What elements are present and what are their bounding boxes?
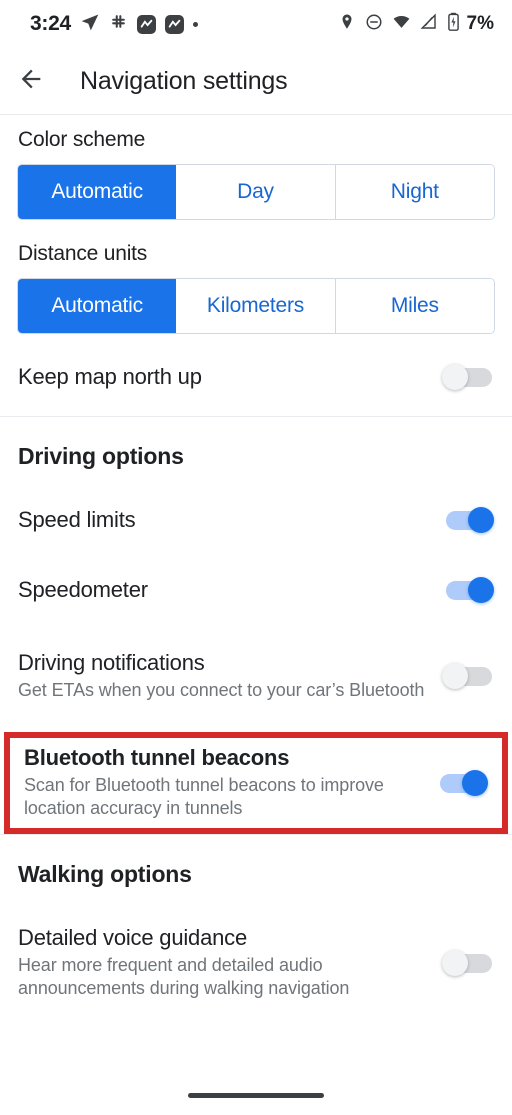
phone-screen: 3:24 7% Navigation settings Color scheme… xyxy=(0,0,512,1115)
back-button[interactable] xyxy=(0,50,62,112)
row-title: Speedometer xyxy=(18,577,148,603)
toggle-driving-notifications[interactable] xyxy=(442,663,494,689)
status-bar-right: 7% xyxy=(338,12,494,36)
row-driving-notifications[interactable]: Driving notifications Get ETAs when you … xyxy=(0,634,512,718)
row-subtitle: Hear more frequent and detailed audio an… xyxy=(18,955,350,999)
row-keep-map-north-up-text: Keep map north up xyxy=(18,364,442,390)
location-pin-icon xyxy=(338,13,356,36)
distance-units-segmented-control: Automatic Kilometers Miles xyxy=(17,278,495,334)
row-speed-limits[interactable]: Speed limits xyxy=(0,492,512,548)
driving-options-header: Driving options xyxy=(18,443,184,469)
gesture-bar-area xyxy=(0,1075,512,1115)
distance-units-label: Distance units xyxy=(18,242,148,265)
row-subtitle: Get ETAs when you connect to your car’s … xyxy=(18,679,425,700)
distance-units-option-automatic[interactable]: Automatic xyxy=(18,279,177,333)
battery-percent-label: 7% xyxy=(466,13,494,34)
row-title: Bluetooth tunnel beacons xyxy=(24,745,290,771)
toggle-knob xyxy=(462,770,488,796)
walking-options-header: Walking options xyxy=(18,861,192,887)
toggle-bluetooth-tunnel-beacons[interactable] xyxy=(436,770,488,796)
settings-list: Color scheme Automatic Day Night Distanc… xyxy=(0,115,512,1075)
row-detailed-voice-guidance[interactable]: Detailed voice guidance Hear more freque… xyxy=(0,920,512,1006)
toggle-speedometer[interactable] xyxy=(442,577,494,603)
dot-icon xyxy=(192,21,198,27)
app-bar: Navigation settings xyxy=(0,48,512,114)
row-bluetooth-tunnel-beacons[interactable]: Bluetooth tunnel beacons Scan for Blueto… xyxy=(10,738,502,828)
row-title: Speed limits xyxy=(18,507,136,533)
row-subtitle: Scan for Bluetooth tunnel beacons to imp… xyxy=(24,775,384,819)
page-title: Navigation settings xyxy=(80,66,288,95)
toggle-knob xyxy=(442,663,468,689)
row-keep-map-north-up[interactable]: Keep map north up xyxy=(0,346,512,408)
row-title: Detailed voice guidance xyxy=(18,925,247,951)
home-gesture-bar[interactable] xyxy=(188,1092,324,1098)
app-badge-icon xyxy=(164,14,184,34)
row-bluetooth-tunnel-beacons-text: Bluetooth tunnel beacons Scan for Blueto… xyxy=(24,745,436,821)
distance-units-option-kilometers[interactable]: Kilometers xyxy=(176,279,336,333)
toggle-knob xyxy=(442,950,468,976)
slack-icon xyxy=(109,12,128,36)
wifi-icon xyxy=(392,12,411,36)
navigation-arrow-icon xyxy=(80,12,100,37)
highlight-annotation-box: Bluetooth tunnel beacons Scan for Blueto… xyxy=(4,732,508,834)
back-arrow-icon xyxy=(17,65,45,98)
toggle-knob xyxy=(442,364,468,390)
color-scheme-segmented-control: Automatic Day Night xyxy=(17,164,495,220)
status-clock: 3:24 xyxy=(30,12,71,35)
toggle-keep-map-north-up[interactable] xyxy=(442,364,494,390)
toggle-detailed-voice-guidance[interactable] xyxy=(442,950,494,976)
toggle-knob xyxy=(468,577,494,603)
toggle-knob xyxy=(468,507,494,533)
battery-icon xyxy=(447,12,460,36)
row-speed-limits-text: Speed limits xyxy=(18,507,442,533)
mobile-signal-icon xyxy=(420,13,438,36)
color-scheme-label: Color scheme xyxy=(18,128,146,151)
color-scheme-option-night[interactable]: Night xyxy=(335,165,494,219)
row-speedometer-text: Speedometer xyxy=(18,577,442,603)
row-title: Keep map north up xyxy=(18,364,202,390)
status-bar: 3:24 7% xyxy=(0,0,512,48)
status-bar-left: 3:24 xyxy=(30,12,198,37)
row-detailed-voice-guidance-text: Detailed voice guidance Hear more freque… xyxy=(18,925,442,1001)
row-speedometer[interactable]: Speedometer xyxy=(0,562,512,618)
row-driving-notifications-text: Driving notifications Get ETAs when you … xyxy=(18,650,442,702)
color-scheme-option-automatic[interactable]: Automatic xyxy=(18,165,177,219)
do-not-disturb-icon xyxy=(365,13,383,36)
distance-units-option-miles[interactable]: Miles xyxy=(335,279,494,333)
color-scheme-option-day[interactable]: Day xyxy=(176,165,336,219)
toggle-speed-limits[interactable] xyxy=(442,507,494,533)
app-badge-icon xyxy=(136,14,156,34)
row-title: Driving notifications xyxy=(18,649,205,675)
